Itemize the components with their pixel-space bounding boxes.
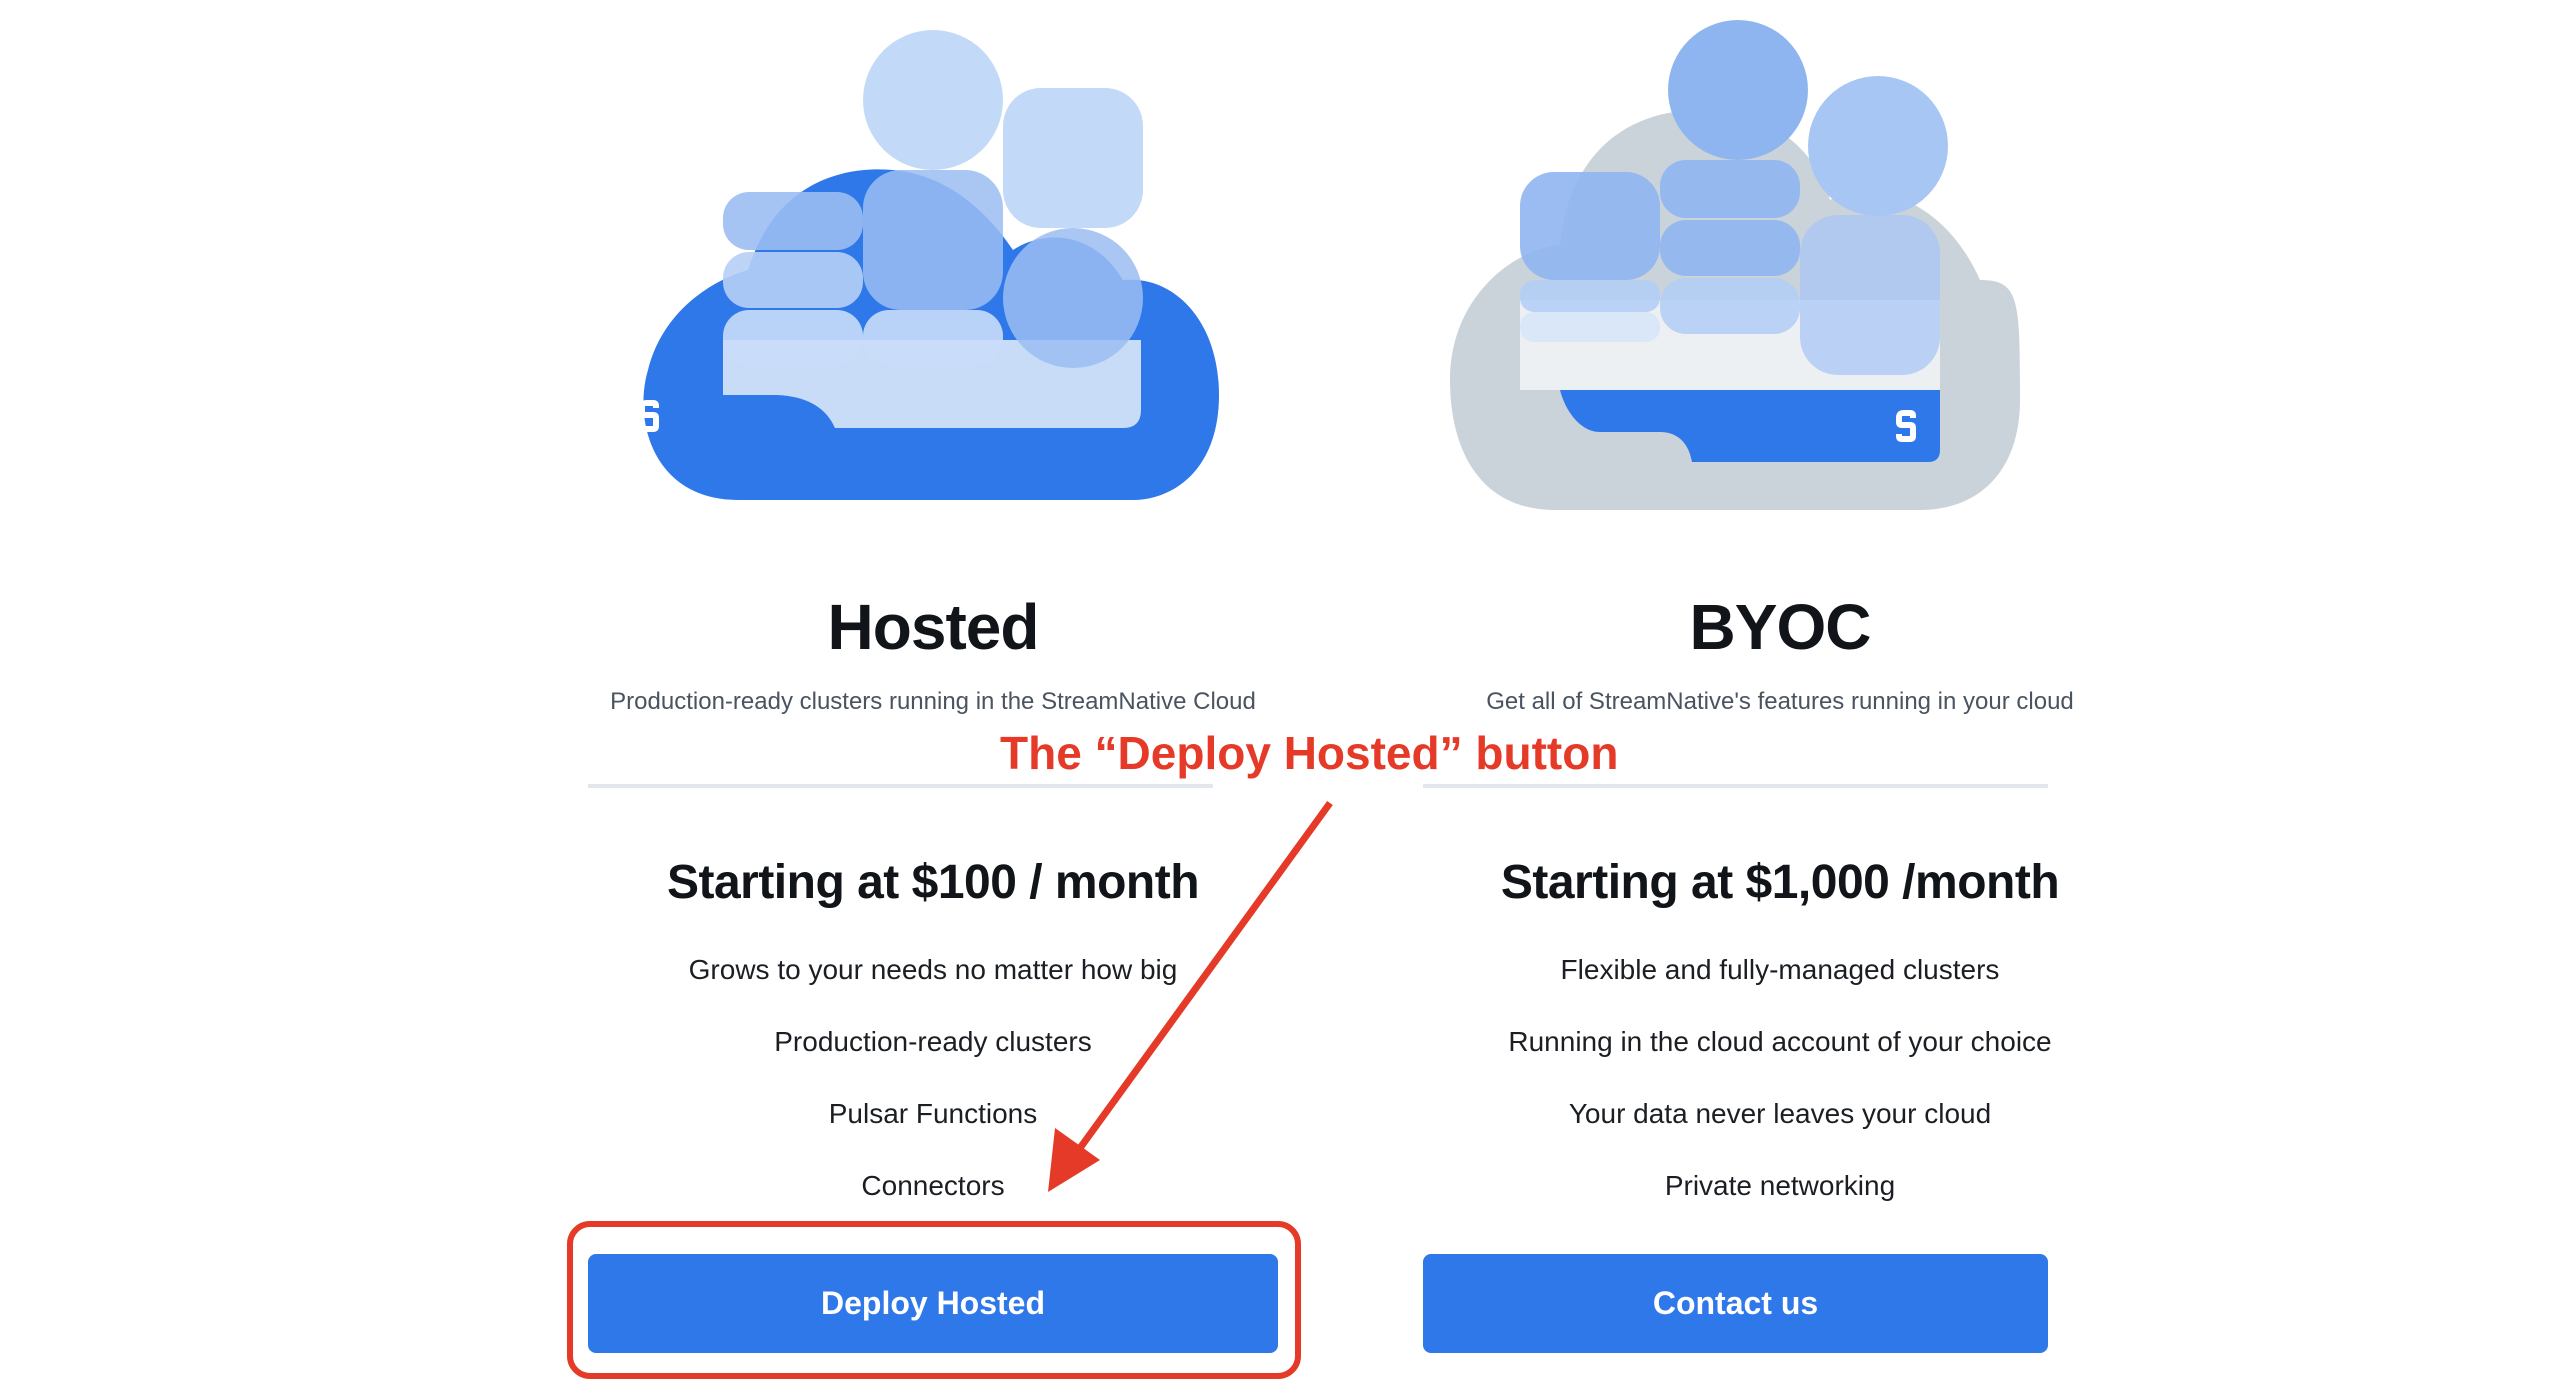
blue-cloud-illustration <box>639 30 1219 500</box>
feature-list: Grows to your needs no matter how big Pr… <box>573 945 1293 1233</box>
feature-list: Flexible and fully-managed clusters Runn… <box>1420 945 2140 1233</box>
feature-item: Production-ready clusters <box>774 1026 1092 1057</box>
divider <box>1423 784 2048 788</box>
plan-title: BYOC <box>1689 591 1872 663</box>
feature-item: Running in the cloud account of your cho… <box>1508 1026 2052 1057</box>
contact-us-button[interactable]: Contact us <box>1423 1254 2048 1353</box>
plan-subtitle: Production-ready clusters running in the… <box>610 688 1256 715</box>
divider <box>588 784 1213 788</box>
feature-item: Grows to your needs no matter how big <box>688 954 1178 985</box>
feature-item: Pulsar Functions <box>828 1098 1038 1129</box>
streamnative-logo-icon <box>1896 410 1916 442</box>
grey-cloud-illustration <box>1450 20 2020 510</box>
hosted-cloud-illustration <box>573 0 1293 560</box>
feature-item: Flexible and fully-managed clusters <box>1560 954 2000 985</box>
byoc-cloud-illustration <box>1420 0 2140 560</box>
feature-item: Connectors <box>861 1170 1005 1201</box>
annotation-label: The “Deploy Hosted” button <box>1000 727 1619 779</box>
plan-price: Starting at $100 / month <box>666 856 1200 909</box>
deploy-hosted-button[interactable]: Deploy Hosted <box>588 1254 1278 1353</box>
plan-price: Starting at $1,000 /month <box>1500 856 2060 909</box>
feature-item: Private networking <box>1664 1170 1896 1201</box>
hosted-plan-card: Hosted Production-ready clusters running… <box>573 0 1293 1392</box>
byoc-plan-card: BYOC Get all of StreamNative's features … <box>1420 0 2140 1392</box>
feature-item: Your data never leaves your cloud <box>1568 1098 1992 1129</box>
streamnative-logo-icon <box>639 400 659 432</box>
plan-title: Hosted <box>827 591 1040 663</box>
plan-subtitle: Get all of StreamNative's features runni… <box>1486 688 2074 715</box>
